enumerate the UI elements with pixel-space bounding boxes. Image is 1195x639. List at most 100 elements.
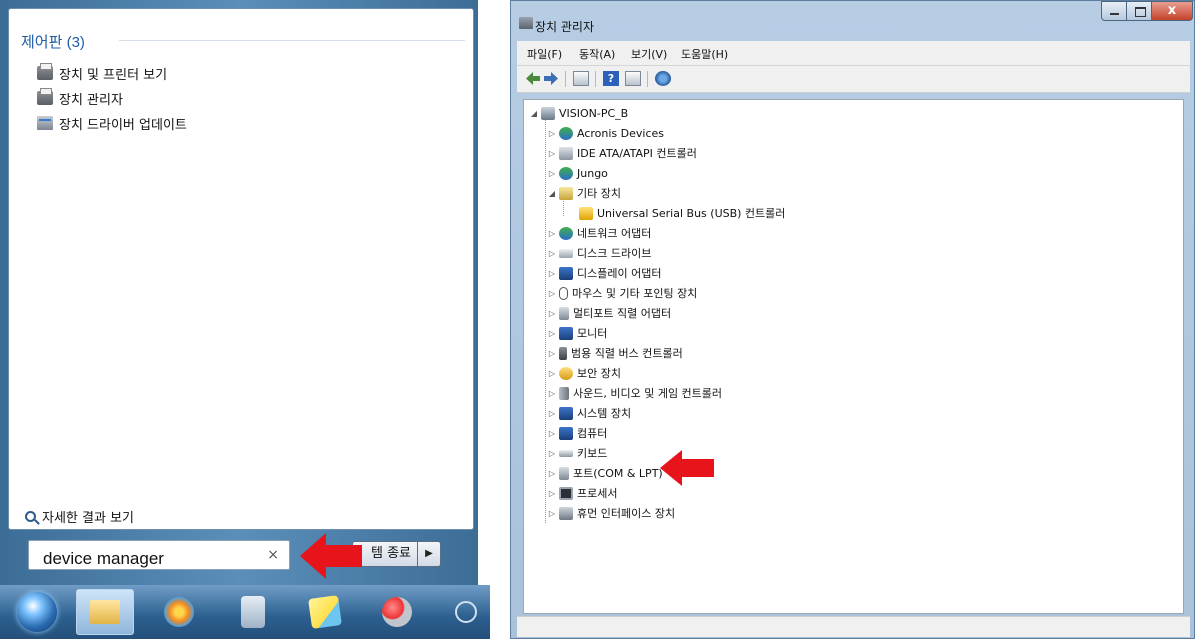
result-update-driver[interactable]: 장치 드라이버 업데이트 (37, 113, 187, 133)
tree-node[interactable]: ▷ 시스템 장치 (548, 404, 631, 422)
view-icon[interactable] (625, 71, 641, 86)
expand-icon[interactable]: ▷ (548, 509, 556, 518)
expand-icon[interactable]: ▷ (548, 449, 556, 458)
collapse-icon[interactable]: ◢ (530, 109, 538, 118)
clear-icon[interactable]: × (267, 547, 279, 563)
shutdown-options-button[interactable]: ▶ (417, 541, 441, 567)
taskbar-paint[interactable] (150, 589, 208, 635)
tree-root[interactable]: ◢ VISION-PC_B (530, 104, 628, 122)
toolbar-separator (595, 71, 596, 87)
tree-node[interactable]: ▷ Acronis Devices (548, 124, 664, 142)
more-results-label: 자세한 결과 보기 (42, 511, 134, 526)
tree-node-label: 휴먼 인터페이스 장치 (577, 507, 676, 520)
expand-icon[interactable]: ▷ (548, 249, 556, 258)
tree-node[interactable]: ◢ 기타 장치 (548, 184, 621, 202)
expand-icon[interactable]: ▷ (548, 289, 556, 298)
tree-node-label: 키보드 (577, 447, 608, 460)
tree-node[interactable]: ▷ 디스플레이 어댑터 (548, 264, 661, 282)
close-button[interactable]: x (1151, 1, 1193, 21)
tree-node[interactable]: ▷ 컴퓨터 (548, 424, 607, 442)
tree-node[interactable]: ▷ 키보드 (548, 444, 607, 462)
menu-action[interactable]: 동작(A) (579, 46, 615, 62)
tree-node[interactable]: ▷ 마우스 및 기타 포인팅 장치 (548, 284, 697, 302)
expand-icon[interactable]: ▷ (548, 229, 556, 238)
tree-node[interactable]: ▷ 휴먼 인터페이스 장치 (548, 504, 675, 522)
scan-hardware-icon[interactable] (655, 71, 671, 86)
taskbar-snipping-tool[interactable] (368, 589, 426, 635)
result-device-manager[interactable]: 장치 관리자 (37, 88, 123, 108)
expand-icon[interactable]: ▷ (548, 129, 556, 138)
menu-file[interactable]: 파일(F) (527, 46, 562, 62)
window-frame: 장치 관리자 x 파일(F) 동작(A) 보기(V) 도움말(H) ? ◢ VI… (510, 0, 1195, 639)
category-heading[interactable]: 제어판 (3) (21, 31, 85, 52)
display-icon (559, 266, 573, 280)
result-devices-and-printers[interactable]: 장치 및 프린터 보기 (37, 63, 167, 83)
mouse-icon (559, 286, 568, 300)
computer-icon (541, 106, 555, 120)
expand-icon[interactable]: ▷ (548, 469, 556, 478)
folder-icon (90, 600, 120, 624)
expand-icon[interactable]: ▷ (548, 429, 556, 438)
tree-node[interactable]: ▷ 멀티포트 직렬 어댑터 (548, 304, 671, 322)
tree-node-label: Acronis Devices (577, 126, 664, 140)
expand-icon[interactable]: ▷ (548, 369, 556, 378)
taskbar-calculator[interactable] (224, 589, 282, 635)
menu-bar: 파일(F) 동작(A) 보기(V) 도움말(H) (517, 41, 1190, 66)
tree-node-label: IDE ATA/ATAPI 컨트롤러 (577, 147, 697, 160)
expand-icon[interactable]: ▷ (548, 269, 556, 278)
expand-icon[interactable]: ▷ (548, 329, 556, 338)
help-icon[interactable]: ? (603, 71, 619, 86)
expand-icon[interactable]: ▷ (548, 389, 556, 398)
back-arrow-icon[interactable] (525, 71, 541, 86)
tree-node-label: 기타 장치 (577, 187, 621, 200)
paint-icon (164, 597, 194, 627)
taskbar-network[interactable] (446, 589, 486, 635)
maximize-button[interactable] (1126, 1, 1152, 21)
expand-icon[interactable]: ▷ (548, 349, 556, 358)
tree-node[interactable]: ▷ 보안 장치 (548, 364, 621, 382)
tree-node-label: 디스플레이 어댑터 (577, 267, 662, 280)
expand-icon[interactable]: ▷ (548, 489, 556, 498)
network-icon (559, 226, 573, 240)
menu-help[interactable]: 도움말(H) (681, 46, 728, 62)
properties-icon[interactable] (573, 71, 589, 86)
taskbar-explorer[interactable] (76, 589, 134, 635)
minimize-button[interactable] (1101, 1, 1127, 21)
tree-node[interactable]: ▷ IDE ATA/ATAPI 컨트롤러 (548, 144, 697, 162)
tree-node[interactable]: ▷ 프로세서 (548, 484, 617, 502)
tree-node[interactable]: ▷ 디스크 드라이브 (548, 244, 651, 262)
device-tree: ◢ VISION-PC_B ▷ Acronis Devices ▷ IDE AT… (523, 99, 1184, 614)
tree-node[interactable]: ▷ 네트워크 어댑터 (548, 224, 651, 242)
tree-node[interactable]: ▷ 범용 직렬 버스 컨트롤러 (548, 344, 683, 362)
taskbar-sticky-notes[interactable] (296, 589, 354, 635)
tree-guide-line (545, 118, 546, 523)
more-results-link[interactable]: 자세한 결과 보기 (25, 507, 134, 526)
search-input[interactable]: device manager × (28, 540, 290, 570)
collapse-icon[interactable]: ◢ (548, 189, 556, 198)
forward-arrow-icon[interactable] (543, 71, 559, 86)
start-button[interactable] (8, 589, 66, 635)
keyboard-icon (559, 449, 573, 457)
computer-icon (559, 426, 573, 440)
network-icon (559, 166, 573, 180)
tree-node[interactable]: ▷ Jungo (548, 164, 608, 182)
expand-icon[interactable]: ▷ (548, 409, 556, 418)
windows-logo-icon (17, 592, 57, 632)
menu-view[interactable]: 보기(V) (631, 46, 667, 62)
tree-node[interactable]: ▷ 모니터 (548, 324, 607, 342)
expand-icon[interactable]: ▷ (548, 169, 556, 178)
tree-node-child[interactable]: Universal Serial Bus (USB) 컨트롤러 (579, 204, 785, 222)
expand-icon[interactable]: ▷ (548, 149, 556, 158)
port-icon (559, 306, 569, 320)
expand-icon[interactable]: ▷ (548, 309, 556, 318)
tree-node[interactable]: ▷ 사운드, 비디오 및 게임 컨트롤러 (548, 384, 722, 402)
printer-icon (37, 88, 53, 105)
unknown-device-icon (559, 186, 573, 200)
window-title: 장치 관리자 (535, 20, 595, 34)
tree-node-label: 프로세서 (577, 487, 618, 500)
tree-node-ports[interactable]: ▷ 포트(COM & LPT) (548, 464, 663, 482)
search-results-pane: 제어판 (3) 장치 및 프린터 보기 장치 관리자 장치 드라이버 업데이트 … (8, 8, 474, 530)
tree-node-label: 네트워크 어댑터 (577, 227, 652, 240)
network-icon (559, 126, 573, 140)
toolbar-separator (647, 71, 648, 87)
